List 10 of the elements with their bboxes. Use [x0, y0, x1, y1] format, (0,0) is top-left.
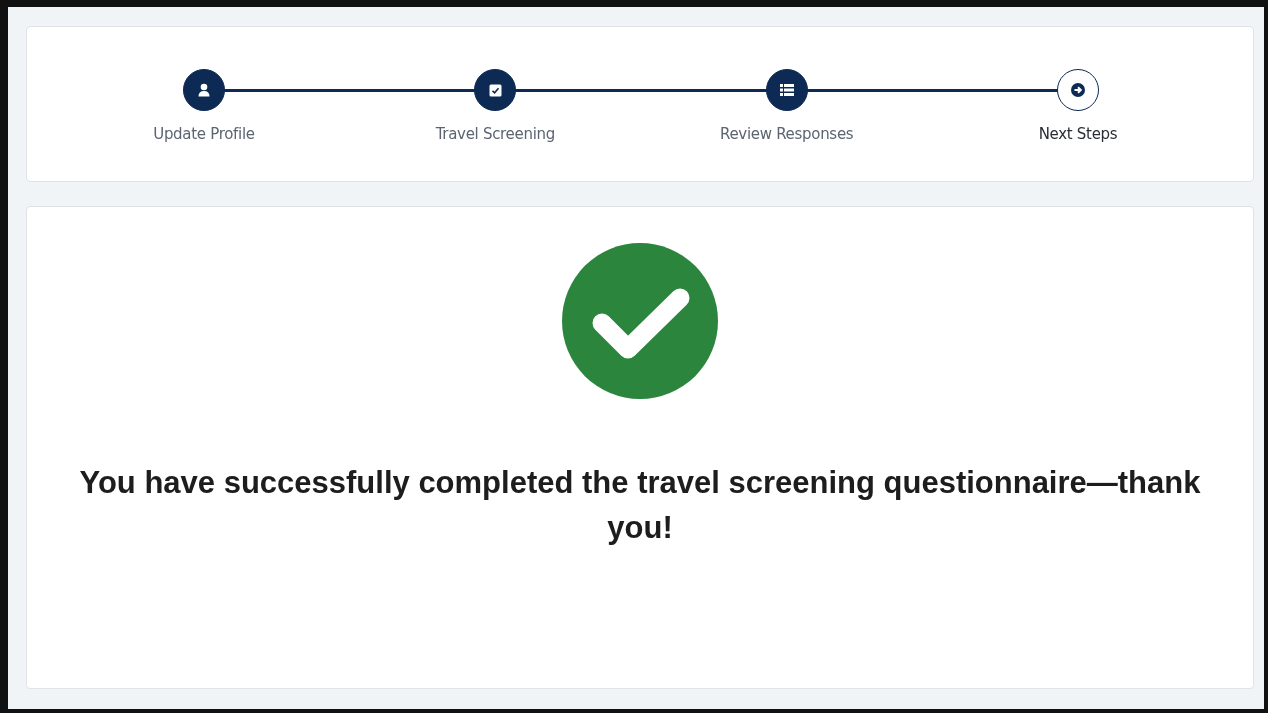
arrow-circle-icon [1071, 83, 1085, 97]
checkmark-icon [562, 240, 718, 402]
step-label: Travel Screening [435, 125, 555, 143]
list-icon [779, 84, 794, 96]
step-label: Next Steps [1038, 125, 1118, 143]
step-label: Update Profile [153, 125, 255, 143]
user-icon [198, 83, 210, 97]
success-message: You have successfully completed the travel screening questionnaire—thank you! [78, 464, 1202, 547]
step-label: Review Responses [720, 125, 854, 143]
checkbox-icon [488, 83, 502, 97]
